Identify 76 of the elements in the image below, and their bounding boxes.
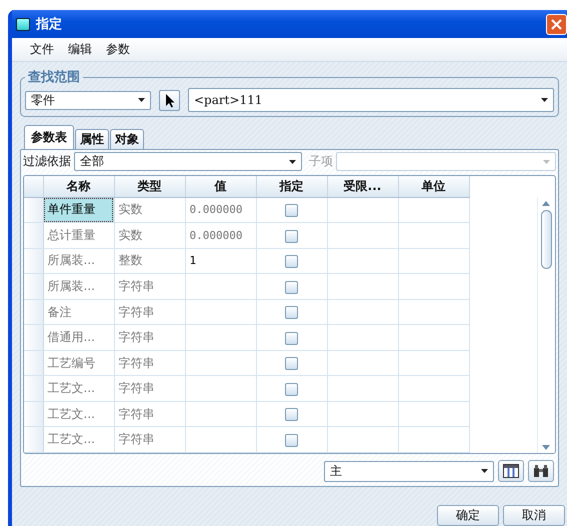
checkbox[interactable]	[285, 382, 298, 396]
binoculars-icon	[533, 464, 549, 478]
row-header[interactable]	[24, 197, 43, 223]
table-cell: 字符串	[114, 376, 185, 402]
dropdown-arrow-icon	[138, 98, 145, 102]
group-title: 查找范围	[27, 69, 81, 86]
table-cell: 1	[185, 248, 256, 274]
dropdown-arrow-icon	[541, 98, 548, 102]
checkbox[interactable]	[285, 357, 298, 370]
table-cell: 总计重量	[43, 222, 114, 248]
table-cell: 单件重量	[43, 197, 114, 223]
table-cell: 备注	[43, 299, 114, 325]
table-cell: 所属装...	[43, 274, 114, 300]
checkbox[interactable]	[285, 408, 298, 422]
dialog-button[interactable]: 取消	[503, 505, 565, 526]
row-header-corner	[24, 176, 43, 198]
menu-item[interactable]: 文件	[30, 41, 54, 58]
pick-button[interactable]	[159, 90, 180, 111]
dialog-button[interactable]: 确定	[437, 505, 499, 526]
cursor-icon	[164, 92, 174, 108]
filter-label: 过滤依据	[23, 153, 71, 170]
checkbox[interactable]	[285, 332, 298, 345]
dropdown-arrow-icon	[289, 160, 296, 164]
menu-item[interactable]: 编辑	[68, 41, 92, 58]
checkbox[interactable]	[285, 204, 298, 218]
table-cell: 0.000000	[185, 222, 256, 248]
filter-dropdown[interactable]: 全部	[74, 152, 302, 172]
checkbox[interactable]	[285, 306, 298, 320]
table-cell: 整数	[114, 248, 185, 274]
scrollbar-thumb[interactable]	[541, 210, 552, 270]
column-header[interactable]: 受限...	[327, 176, 398, 198]
columns-button[interactable]	[498, 460, 524, 482]
table-cell: 实数	[114, 222, 185, 248]
table-cell: 字符串	[114, 274, 185, 300]
table-cell: 工艺文...	[43, 401, 114, 427]
tab[interactable]: 参数表	[24, 125, 74, 150]
checkbox[interactable]	[285, 230, 298, 243]
scroll-down-icon[interactable]	[542, 445, 550, 450]
tab[interactable]: 属性	[75, 129, 109, 150]
table-cell: 实数	[114, 197, 185, 223]
table-cell: 字符串	[114, 401, 185, 427]
view-dropdown[interactable]: 主	[324, 460, 494, 482]
column-header[interactable]: 指定	[256, 176, 327, 198]
scope-dropdown[interactable]: 零件	[25, 90, 151, 110]
sub-item-dropdown[interactable]	[336, 152, 556, 172]
column-header[interactable]: 值	[185, 176, 256, 198]
column-header[interactable]: 名称	[43, 176, 114, 198]
tab[interactable]: 对象	[110, 129, 144, 150]
table-cell: 工艺文...	[43, 376, 114, 402]
dropdown-arrow-icon	[543, 160, 550, 164]
checkbox[interactable]	[285, 255, 298, 268]
table-cell: 工艺编号	[43, 350, 114, 376]
table-cell: 所属装...	[43, 248, 114, 274]
find-button[interactable]	[528, 460, 554, 482]
target-dropdown[interactable]: <part>111	[188, 88, 554, 112]
scrollbar[interactable]	[537, 197, 555, 453]
close-button[interactable]	[546, 14, 567, 34]
column-header[interactable]: 单位	[398, 176, 469, 198]
table-cell: 字符串	[114, 350, 185, 376]
column-header[interactable]: 类型	[114, 176, 185, 198]
sub-item-label: 子项	[309, 153, 333, 170]
table-cell: 字符串	[114, 426, 185, 452]
scroll-up-icon[interactable]	[542, 201, 550, 206]
close-icon	[551, 18, 562, 30]
checkbox[interactable]	[285, 434, 298, 447]
table-cell: 0.000000	[185, 197, 256, 223]
window-title: 指定	[36, 16, 62, 33]
table-cell: 字符串	[114, 324, 185, 350]
checkbox[interactable]	[285, 280, 298, 294]
dropdown-arrow-icon	[481, 469, 488, 473]
table-cell: 字符串	[114, 299, 185, 325]
table-cell: 工艺文...	[43, 426, 114, 452]
app-icon	[16, 18, 30, 30]
menu-item[interactable]: 参数	[106, 41, 130, 58]
columns-icon	[503, 464, 519, 478]
table-cell: 借通用...	[43, 324, 114, 350]
